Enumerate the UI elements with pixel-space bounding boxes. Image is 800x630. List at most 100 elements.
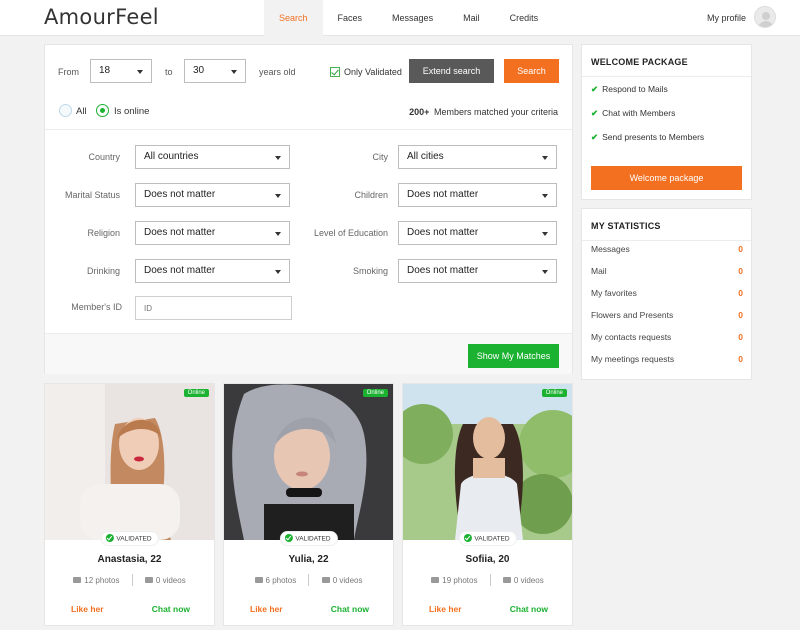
perk-label: Chat with Members: [602, 108, 676, 118]
welcome-package-title: WELCOME PACKAGE: [591, 57, 688, 67]
chat-now-button[interactable]: Chat now: [331, 604, 369, 614]
stat-label: My contacts requests: [591, 332, 672, 342]
video-count: 0 videos: [513, 576, 544, 585]
children-value: Does not matter: [407, 189, 479, 200]
smoking-label: Smoking: [352, 266, 388, 276]
like-her-button[interactable]: Like her: [429, 604, 462, 614]
matched-count-text: 200+ Members matched your criteria: [409, 107, 558, 117]
stat-row-favorites[interactable]: My favorites 0: [591, 288, 743, 300]
city-label: City: [372, 152, 389, 162]
logo[interactable]: AmourFeel: [44, 5, 159, 29]
stat-row-flowers[interactable]: Flowers and Presents 0: [591, 310, 743, 322]
check-icon: ✔: [591, 132, 599, 142]
profile-name[interactable]: Sofiia, 20: [403, 554, 572, 565]
photo-icon: [254, 577, 263, 583]
validated-label: VALIDATED: [474, 535, 510, 543]
country-select[interactable]: All countries: [135, 145, 290, 169]
check-icon: ✔: [591, 108, 599, 118]
perk-item: ✔ Respond to Mails: [591, 84, 668, 95]
validated-badge: VALIDATED: [280, 532, 337, 545]
like-her-button[interactable]: Like her: [250, 604, 283, 614]
show-my-matches-button[interactable]: Show My Matches: [468, 344, 559, 368]
member-id-input[interactable]: [135, 296, 292, 320]
main-nav: Search Faces Messages Mail Credits: [264, 0, 553, 36]
only-validated-checkbox[interactable]: [330, 67, 340, 77]
stat-label: Messages: [591, 244, 630, 254]
video-icon: [321, 577, 330, 583]
perk-item: ✔ Chat with Members: [591, 108, 675, 119]
stat-label: Flowers and Presents: [591, 310, 674, 320]
country-value: All countries: [144, 151, 199, 162]
online-badge: Online: [541, 389, 567, 397]
nav-messages[interactable]: Messages: [377, 0, 448, 36]
stat-label: Mail: [591, 266, 607, 276]
age-to-select[interactable]: 30: [184, 59, 246, 83]
radio-is-online[interactable]: [96, 104, 109, 117]
nav-credits[interactable]: Credits: [495, 0, 554, 36]
chat-now-button[interactable]: Chat now: [152, 604, 190, 614]
chat-now-button[interactable]: Chat now: [510, 604, 548, 614]
drinking-select[interactable]: Does not matter: [135, 259, 290, 283]
profile-photo[interactable]: Online: [224, 384, 393, 540]
city-select[interactable]: All cities: [398, 145, 557, 169]
divider: [582, 240, 751, 241]
from-label: From: [58, 67, 79, 77]
radio-is-online-label[interactable]: Is online: [114, 106, 149, 117]
only-validated-label[interactable]: Only Validated: [344, 67, 402, 77]
shield-check-icon: [105, 534, 114, 542]
chevron-down-icon: [231, 70, 237, 74]
profile-card[interactable]: Online VALIDATED Sofiia, 20 19 photos 0 …: [402, 383, 573, 626]
age-from-select[interactable]: 18: [90, 59, 152, 83]
education-select[interactable]: Does not matter: [398, 221, 557, 245]
nav-mail[interactable]: Mail: [448, 0, 495, 36]
children-select[interactable]: Does not matter: [398, 183, 557, 207]
religion-select[interactable]: Does not matter: [135, 221, 290, 245]
stat-value: 0: [738, 266, 743, 276]
smoking-value: Does not matter: [407, 265, 479, 276]
welcome-package-box: WELCOME PACKAGE ✔ Respond to Mails ✔ Chat …: [581, 44, 752, 200]
chevron-down-icon: [542, 270, 548, 274]
divider: [308, 574, 310, 586]
chevron-down-icon: [275, 194, 281, 198]
stat-label: My favorites: [591, 288, 637, 298]
top-bar: AmourFeel Search Faces Messages Mail Cre…: [0, 0, 800, 36]
stat-row-meetings[interactable]: My meetings requests 0: [591, 354, 743, 366]
age-to-value: 30: [193, 65, 205, 76]
stat-value: 0: [738, 310, 743, 320]
profile-photo[interactable]: Online: [45, 384, 214, 540]
marital-status-label: Marital Status: [64, 190, 120, 200]
stat-row-messages[interactable]: Messages 0: [591, 244, 743, 256]
radio-all[interactable]: [59, 104, 72, 117]
marital-status-value: Does not matter: [144, 189, 216, 200]
shield-check-icon: [463, 534, 472, 542]
profile-name[interactable]: Yulia, 22: [224, 554, 393, 565]
welcome-package-button[interactable]: Welcome package: [591, 166, 742, 190]
chevron-down-icon: [542, 156, 548, 160]
search-panel: From 18 to 30 years old Only Validated E…: [44, 44, 573, 374]
education-value: Does not matter: [407, 227, 479, 238]
my-profile-link[interactable]: My profile: [707, 0, 746, 36]
profile-card[interactable]: Online VALIDATED Anastasia, 22 12 photos…: [44, 383, 215, 626]
avatar-icon[interactable]: [754, 6, 776, 28]
to-label: to: [165, 67, 173, 77]
online-badge: Online: [362, 389, 388, 397]
profile-name[interactable]: Anastasia, 22: [45, 554, 214, 565]
marital-status-select[interactable]: Does not matter: [135, 183, 290, 207]
nav-search[interactable]: Search: [264, 0, 323, 36]
search-button[interactable]: Search: [504, 59, 559, 83]
stat-row-contacts[interactable]: My contacts requests 0: [591, 332, 743, 344]
extend-search-button[interactable]: Extend search: [409, 59, 494, 83]
chevron-down-icon: [275, 156, 281, 160]
smoking-select[interactable]: Does not matter: [398, 259, 557, 283]
profile-card[interactable]: Online VALIDATED Yulia, 22 6 photos 0 vi…: [223, 383, 394, 626]
stat-value: 0: [738, 332, 743, 342]
like-her-button[interactable]: Like her: [71, 604, 104, 614]
validated-badge: VALIDATED: [459, 532, 516, 545]
profile-photo[interactable]: Online: [403, 384, 572, 540]
stat-row-mail[interactable]: Mail 0: [591, 266, 743, 278]
radio-all-label[interactable]: All: [76, 106, 87, 117]
chevron-down-icon: [137, 70, 143, 74]
nav-faces[interactable]: Faces: [323, 0, 378, 36]
photo-count: 12 photos: [84, 576, 120, 585]
photo-count: 6 photos: [265, 576, 297, 585]
